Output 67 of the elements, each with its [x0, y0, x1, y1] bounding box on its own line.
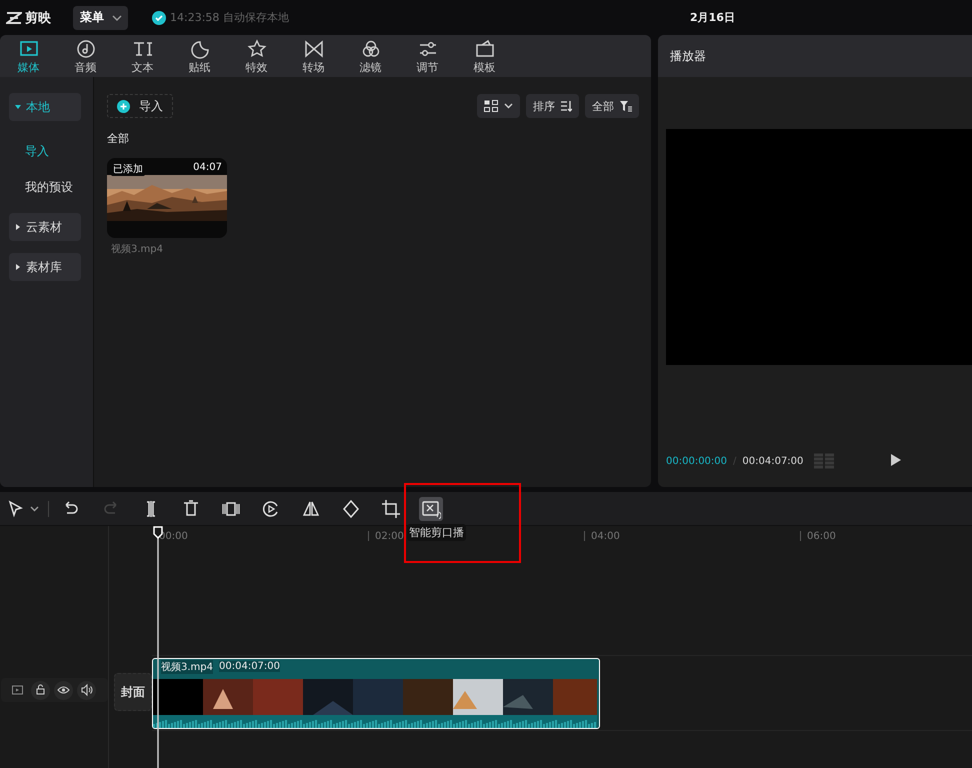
- eye-toggle[interactable]: [54, 680, 73, 700]
- bowtie-icon: [302, 38, 324, 58]
- video-clip[interactable]: 视频3.mp4 00:04:07:00: [152, 658, 600, 728]
- caret-icon: [112, 14, 122, 20]
- collapsed-caret-icon: [15, 264, 21, 270]
- tab[interactable]: 特效: [228, 35, 285, 77]
- tab[interactable]: 转场: [285, 35, 342, 77]
- menu-button[interactable]: 菜单: [73, 6, 128, 30]
- tab[interactable]: 音频: [57, 35, 114, 77]
- caret-icon: [30, 506, 39, 512]
- trash-icon: [181, 498, 201, 518]
- lock-icon: [34, 683, 47, 697]
- crop-icon: [381, 498, 401, 518]
- ruler-time: 06:00: [806, 530, 836, 542]
- view-mode-button[interactable]: [477, 94, 520, 118]
- play-button[interactable]: [891, 454, 902, 468]
- ruler-time: 02:00: [374, 530, 404, 542]
- added-badge: 已添加: [111, 162, 145, 176]
- caret-icon: [504, 103, 513, 109]
- filter-icon: [620, 100, 632, 112]
- grid-view-icon: [484, 100, 498, 112]
- speaker-icon: [80, 683, 93, 697]
- sidebar-item[interactable]: 我的预设: [0, 169, 93, 205]
- tooltip-label: 智能剪口播: [407, 524, 466, 541]
- duration-label: 04:07: [193, 162, 222, 173]
- track-video-icon: [11, 683, 24, 697]
- current-time: 00:00:00:00: [666, 456, 728, 466]
- clip-name: 视频3.mp4: [161, 660, 213, 674]
- clip-duration: 00:04:07:00: [219, 661, 280, 672]
- app-name: 剪映: [25, 10, 51, 26]
- sidebar-group[interactable]: 云素材: [9, 213, 81, 241]
- tab[interactable]: 模板: [456, 35, 513, 77]
- total-time: 00:04:07:00: [742, 456, 804, 466]
- tab[interactable]: 滤镜: [342, 35, 399, 77]
- tab[interactable]: 贴纸: [171, 35, 228, 77]
- sidebar-group[interactable]: 本地: [9, 93, 81, 121]
- media-thumbnail[interactable]: 已添加 04:07: [107, 158, 227, 238]
- play-icon: [891, 454, 902, 466]
- time-separator: /: [733, 456, 736, 466]
- template-icon: [474, 38, 496, 58]
- tab[interactable]: 调节: [399, 35, 456, 77]
- sort-button[interactable]: 排序: [526, 94, 579, 118]
- ruler-time: 04:00: [590, 530, 620, 542]
- file-name: 视频3.mp4: [110, 242, 164, 256]
- player-title: 播放器: [658, 35, 972, 77]
- tab[interactable]: 媒体: [0, 35, 57, 77]
- expanded-caret-icon: [15, 104, 21, 110]
- tab[interactable]: 文本: [114, 35, 171, 77]
- collapsed-caret-icon: [15, 224, 21, 230]
- scissors-screen-icon: [419, 496, 443, 520]
- plus-icon: [117, 100, 130, 112]
- sidebar-item[interactable]: 导入: [0, 133, 93, 169]
- logo-icon: [6, 12, 22, 24]
- check-icon: [152, 10, 166, 24]
- sort-icon: [561, 100, 572, 112]
- import-button[interactable]: 导入: [107, 94, 173, 118]
- filter-button[interactable]: 全部: [585, 94, 639, 118]
- speaker-toggle[interactable]: [77, 680, 96, 700]
- sidebar-group[interactable]: 素材库: [9, 253, 81, 281]
- star-icon: [246, 38, 268, 58]
- lock-toggle[interactable]: [31, 680, 50, 700]
- music-note-icon: [74, 38, 96, 58]
- rotate-icon: [341, 498, 361, 518]
- date-label: 2月16日: [690, 10, 735, 25]
- section-title: 全部: [107, 131, 130, 146]
- cover-button[interactable]: 封面: [114, 673, 152, 711]
- save-status: 14:23:58 自动保存本地: [170, 10, 289, 25]
